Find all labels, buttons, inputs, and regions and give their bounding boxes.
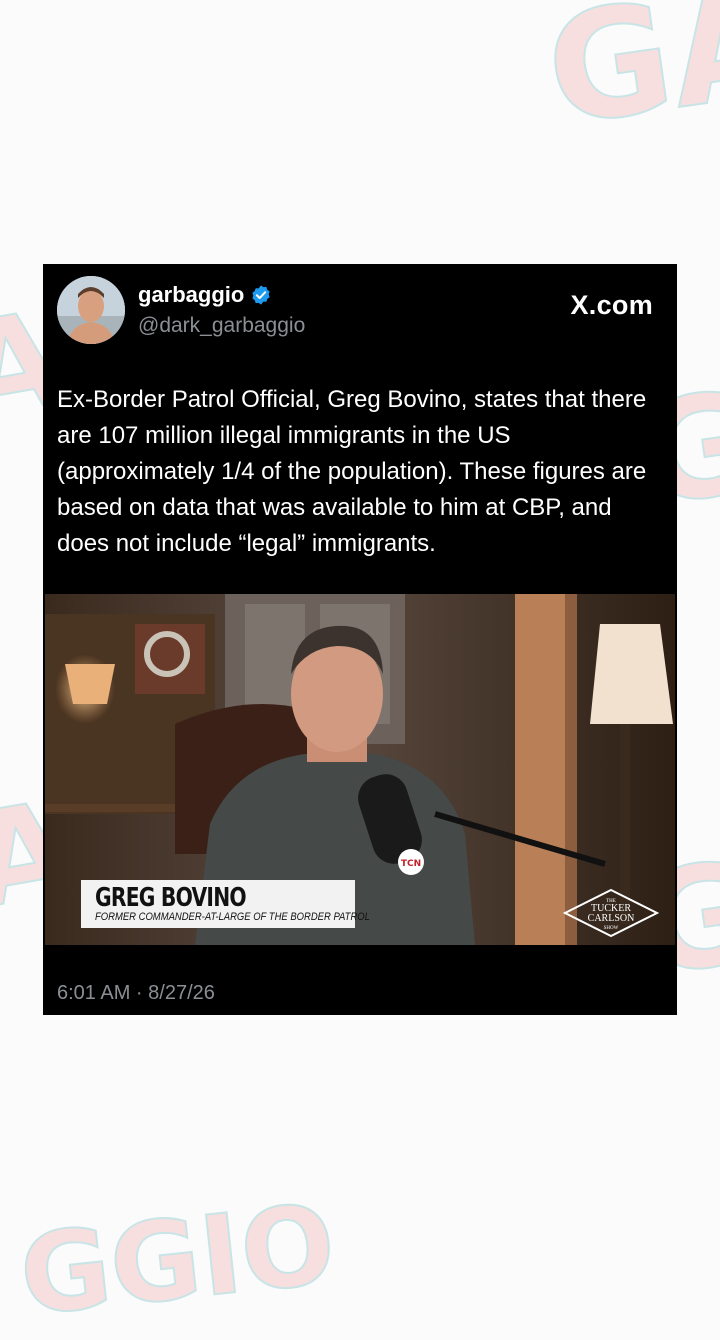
- watermark-letters: GA: [536, 0, 720, 161]
- display-name[interactable]: garbaggio: [138, 282, 272, 308]
- source-label: X.com: [570, 290, 653, 320]
- lower-third: GREG BOVINO FORMER COMMANDER-AT-LARGE OF…: [81, 880, 370, 928]
- user-handle[interactable]: @dark_garbaggio: [138, 314, 305, 338]
- svg-text:SHOW: SHOW: [604, 926, 619, 931]
- display-name-text[interactable]: garbaggio: [138, 282, 244, 308]
- avatar[interactable]: [57, 276, 125, 344]
- lower-third-name: GREG BOVINO: [95, 883, 247, 913]
- post-text: Ex-Border Patrol Official, Greg Bovino, …: [57, 386, 647, 557]
- watermark-letters: GGIO: [13, 1179, 342, 1340]
- show-logo: THE TUCKER CARLSON SHOW: [563, 888, 659, 938]
- svg-text:CARLSON: CARLSON: [588, 913, 635, 924]
- mic-flag-text: TCN: [401, 859, 421, 869]
- post-card: garbaggio @dark_garbaggio X.com Ex-Borde…: [43, 264, 677, 1015]
- video-thumbnail[interactable]: TCN GREG BOVINO FORMER COMMANDER-AT-LARG…: [45, 594, 675, 945]
- post-timestamp[interactable]: 6:01 AM · 8/27/26: [57, 982, 215, 1005]
- lower-third-title: FORMER COMMANDER-AT-LARGE OF THE BORDER …: [95, 911, 370, 923]
- verified-badge-icon: [252, 285, 270, 305]
